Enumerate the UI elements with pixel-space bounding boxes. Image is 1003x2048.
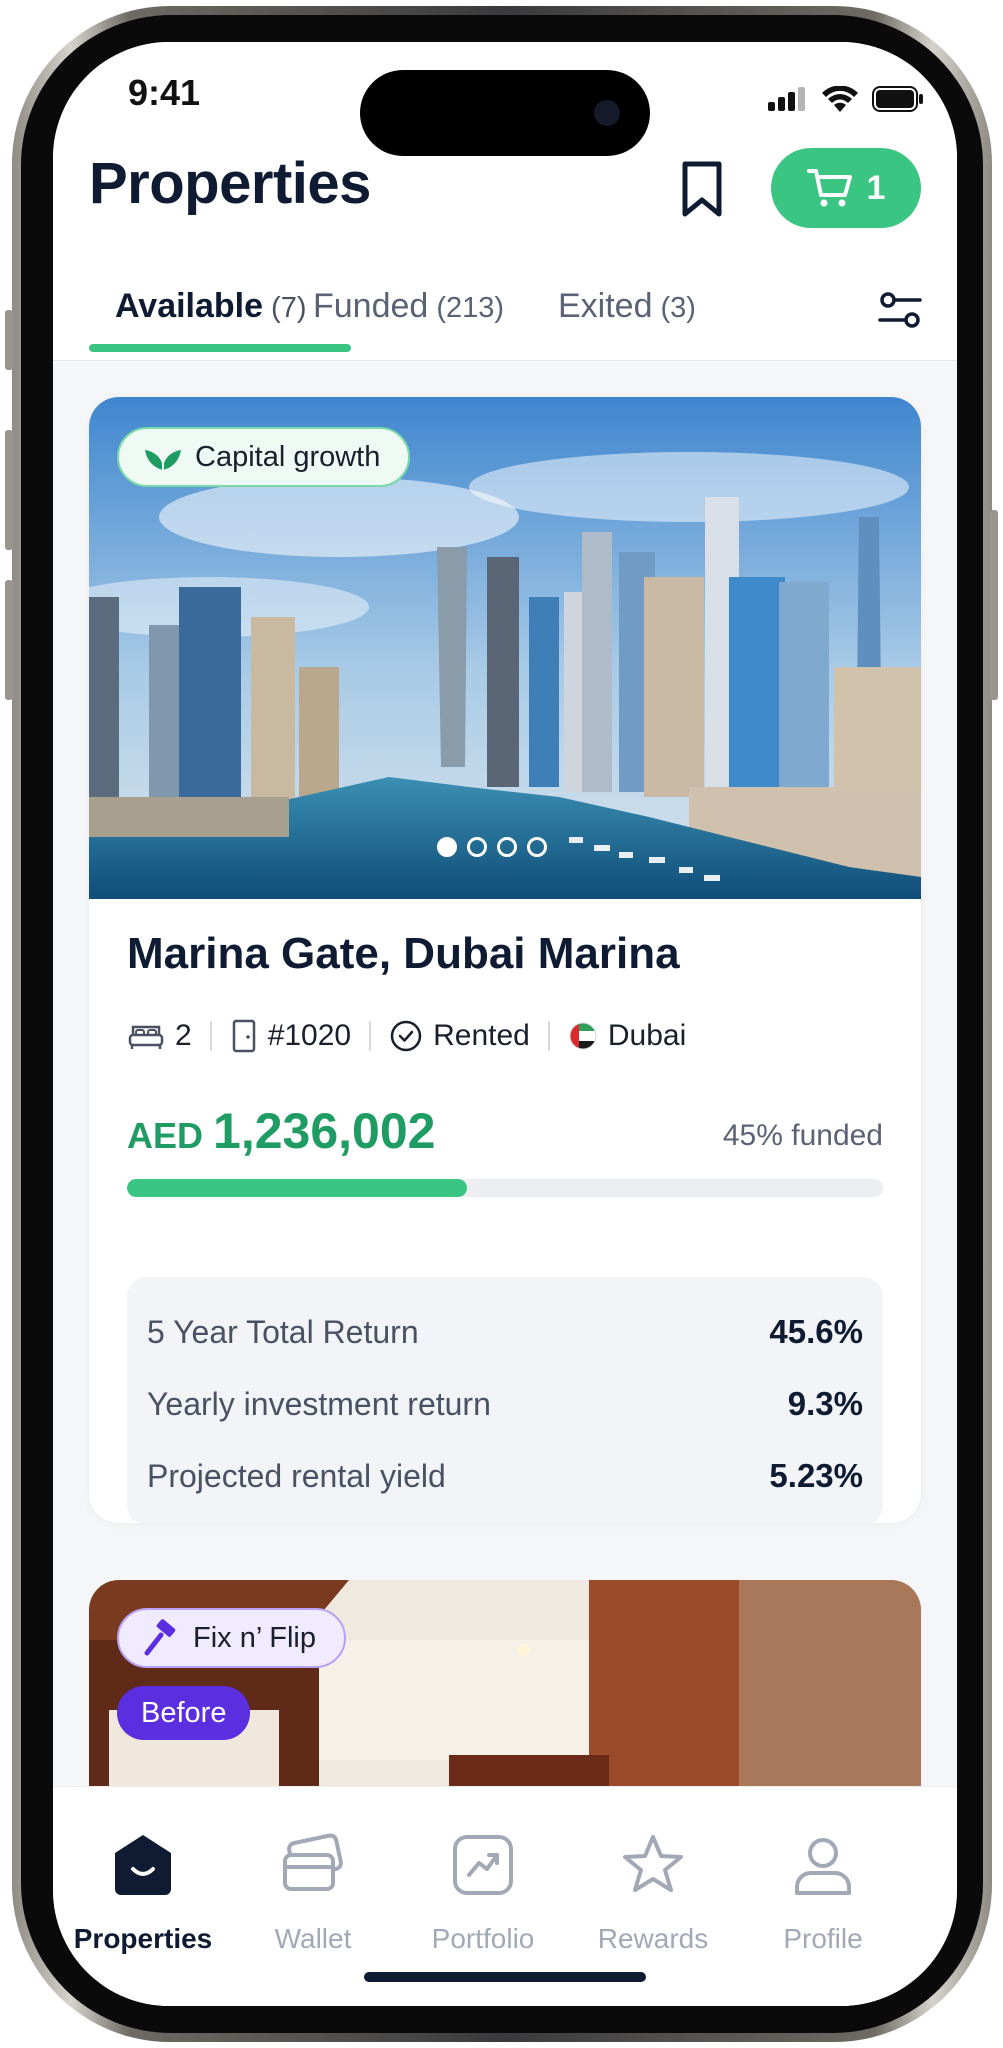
dynamic-island [360, 70, 650, 156]
funded-percentage: 45% funded [722, 1119, 883, 1152]
wallet-icon [283, 1833, 343, 1891]
side-button [5, 430, 13, 550]
unit-number-label: #1020 [267, 1019, 352, 1052]
return-value: 45.6% [769, 1313, 863, 1350]
star-icon [623, 1835, 683, 1892]
divider [547, 1021, 550, 1051]
nav-properties[interactable]: Properties [58, 1787, 228, 2006]
return-label: Projected rental yield [147, 1457, 446, 1494]
tab-count: (7) [271, 292, 307, 324]
tab-count: (3) [660, 292, 696, 324]
tab-count: (213) [436, 292, 505, 324]
price-amount: 1,236,002 [213, 1103, 436, 1159]
bedrooms: 2 [127, 1019, 192, 1053]
property-price: AED 1,236,002 [127, 1102, 435, 1160]
return-row: Yearly investment return 9.3% [147, 1379, 863, 1429]
battery-icon [872, 86, 923, 112]
rental-status: Rented [389, 1019, 530, 1053]
side-button [5, 310, 13, 370]
category-badge: Fix n’ Flip [117, 1608, 346, 1668]
category-badge-label: Fix n’ Flip [193, 1621, 316, 1654]
page-title: Properties [89, 151, 371, 216]
carousel-dot[interactable] [497, 837, 517, 857]
category-badge-label: Capital growth [195, 440, 381, 473]
funding-progress-fill [127, 1179, 468, 1197]
tab-label: Exited [558, 287, 653, 325]
side-button [990, 510, 998, 700]
property-card[interactable]: Capital growth Marina Gate, Dubai Marina [89, 397, 921, 1523]
nav-label: Properties [73, 1923, 213, 1954]
rental-status-label: Rented [433, 1019, 530, 1052]
return-row: Projected rental yield 5.23% [147, 1451, 863, 1501]
returns-panel: 5 Year Total Return 45.6% Yearly investm… [127, 1277, 883, 1523]
portfolio-icon [453, 1835, 513, 1895]
status-icons [768, 86, 924, 112]
cart-icon [806, 169, 852, 207]
home-indicator [364, 1972, 646, 1982]
hammer-icon [144, 1619, 176, 1656]
city: Dubai [568, 1019, 686, 1053]
leaf-icon [145, 450, 181, 470]
property-meta: 2 #1020 Rented Dubai [127, 1011, 686, 1061]
carousel-dot[interactable] [467, 837, 487, 857]
signal-icon [768, 87, 805, 111]
return-label: Yearly investment return [147, 1385, 491, 1422]
nav-label: Profile [783, 1923, 863, 1954]
funding-progress-bar [127, 1179, 883, 1197]
screen: 9:41 Properties 1 Available (7) Funded (… [53, 42, 957, 2006]
bookmark-icon[interactable] [677, 160, 727, 218]
side-button [5, 580, 13, 700]
carousel-dot[interactable] [527, 837, 547, 857]
door-icon [232, 1019, 255, 1053]
category-badge: Capital growth [117, 427, 411, 487]
cart-count: 1 [866, 168, 886, 207]
property-card[interactable]: Fix n’ Flip Before [89, 1580, 921, 1820]
uae-flag-icon [569, 1022, 597, 1050]
bedrooms-count: 2 [175, 1019, 192, 1052]
return-label: 5 Year Total Return [147, 1313, 419, 1350]
property-title: Marina Gate, Dubai Marina [127, 929, 680, 978]
city-label: Dubai [607, 1019, 687, 1052]
divider [369, 1021, 372, 1051]
app-header: 9:41 Properties 1 Available (7) Funded (… [53, 42, 957, 361]
tab-label: Funded [313, 287, 429, 325]
cart-button[interactable]: 1 [771, 148, 921, 228]
nav-label: Rewards [597, 1923, 709, 1954]
wifi-icon [822, 86, 858, 112]
unit-number: #1020 [230, 1019, 351, 1053]
tab-exited[interactable]: Exited (3) [558, 287, 696, 360]
profile-icon [795, 1838, 851, 1895]
check-circle-icon [390, 1020, 422, 1052]
before-pill: Before [117, 1686, 251, 1740]
bed-icon [128, 1025, 164, 1049]
price-currency: AED [127, 1115, 204, 1156]
carousel-dot[interactable] [437, 837, 457, 857]
status-time: 9:41 [128, 72, 201, 113]
tab-active-indicator [89, 344, 351, 352]
carousel-dots[interactable] [437, 837, 547, 857]
return-row: 5 Year Total Return 45.6% [147, 1307, 863, 1357]
nav-label: Portfolio [431, 1923, 535, 1954]
tab-label: Available [115, 287, 264, 325]
nav-profile[interactable]: Profile [738, 1787, 908, 2006]
nav-label: Wallet [274, 1923, 352, 1954]
return-value: 9.3% [787, 1385, 863, 1422]
property-image[interactable]: Capital growth [89, 397, 921, 899]
return-value: 5.23% [769, 1457, 863, 1494]
divider [209, 1021, 212, 1051]
properties-icon [115, 1835, 171, 1895]
filter-icon[interactable] [876, 286, 924, 334]
